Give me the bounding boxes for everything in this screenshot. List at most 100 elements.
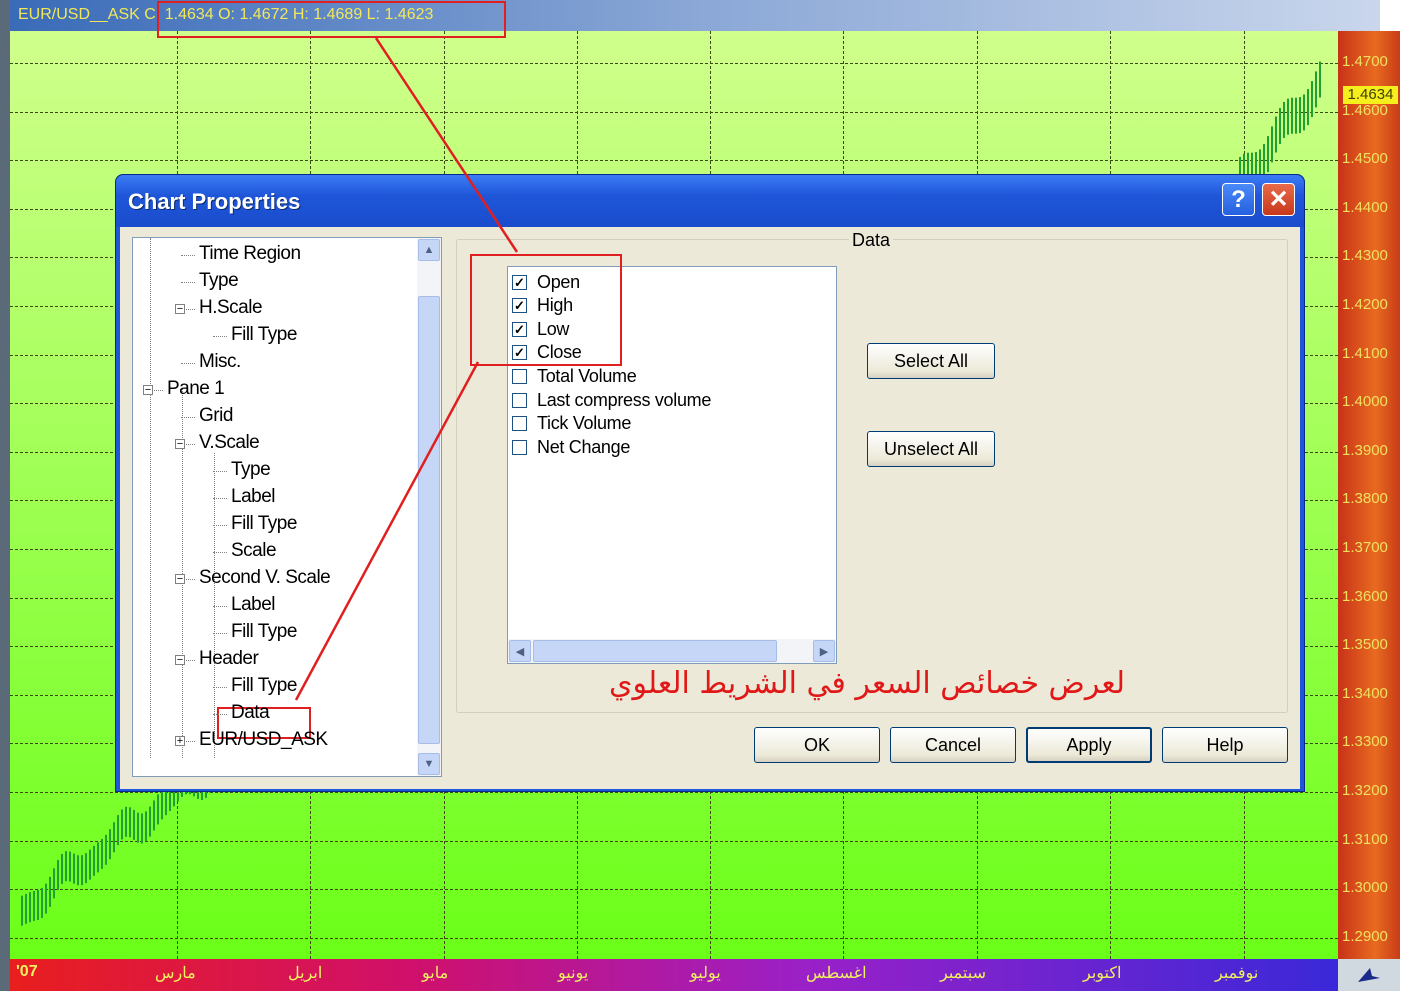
tree-item[interactable]: V.Scale xyxy=(199,432,260,454)
list-scroll-thumb[interactable] xyxy=(533,640,777,662)
last-price-marker: 1.4634 xyxy=(1343,86,1398,104)
price-tick-label: 1.4600 xyxy=(1342,101,1388,119)
tree-connector xyxy=(213,633,227,634)
tree-item[interactable]: Type xyxy=(199,270,239,292)
chart-corner-button[interactable] xyxy=(1338,959,1400,991)
month-label: اغسطس xyxy=(806,965,867,982)
price-tick-label: 1.3200 xyxy=(1342,782,1388,799)
tree-connector xyxy=(213,498,227,499)
collapse-icon[interactable]: − xyxy=(175,304,185,315)
unselect-all-button[interactable]: Unselect All xyxy=(867,431,995,467)
tree-scroll-thumb[interactable] xyxy=(418,296,440,744)
tree-connector xyxy=(150,238,151,758)
month-label: مارس xyxy=(155,965,196,982)
data-field-row[interactable]: Net Change xyxy=(512,436,630,458)
tree-item[interactable]: Second V. Scale xyxy=(199,567,331,589)
month-label: اكتوبر xyxy=(1083,965,1122,982)
data-field-row[interactable]: Total Volume xyxy=(512,365,637,387)
window-edge xyxy=(0,0,10,991)
checkbox-unchecked[interactable] xyxy=(512,368,527,384)
tree-connector xyxy=(181,255,195,256)
price-tick-label: 1.2900 xyxy=(1342,927,1388,945)
data-field-label: Total Volume xyxy=(537,365,637,386)
tree-connector xyxy=(213,687,227,688)
scroll-down-icon[interactable]: ▼ xyxy=(418,753,440,775)
price-axis[interactable]: 1.4700 1.4600 1.4500 1.4400 1.4300 1.4200 1.41… xyxy=(1338,31,1400,959)
tree-item[interactable]: Fill Type xyxy=(231,324,297,346)
price-tick-label: 1.3500 xyxy=(1342,636,1388,654)
tree-item[interactable]: Data xyxy=(231,702,270,724)
price-tick-label: 1.3100 xyxy=(1342,830,1388,848)
checkbox-unchecked[interactable] xyxy=(512,439,527,455)
tree-item[interactable]: Label xyxy=(231,486,276,508)
dialog-title: Chart Properties xyxy=(128,189,301,214)
data-field-label: Last compress volume xyxy=(537,389,712,410)
window-edge-right xyxy=(1400,0,1417,991)
checkbox-unchecked[interactable] xyxy=(512,416,527,432)
tree-connector xyxy=(213,525,227,526)
price-tick-label: 1.3900 xyxy=(1342,441,1388,459)
ok-button[interactable]: OK xyxy=(754,727,880,763)
price-tick-label: 1.4100 xyxy=(1342,344,1388,362)
close-icon[interactable]: ✕ xyxy=(1262,183,1295,216)
header-highlight-box xyxy=(157,1,506,38)
group-label: Data xyxy=(849,230,894,251)
year-label: '07 xyxy=(16,963,38,980)
price-tick-label: 1.3700 xyxy=(1342,539,1388,556)
price-tick-label: 1.3300 xyxy=(1342,733,1388,751)
collapse-icon[interactable]: − xyxy=(175,439,185,450)
price-tick-label: 1.4000 xyxy=(1342,393,1388,411)
select-all-button[interactable]: Select All xyxy=(867,343,995,379)
apply-button[interactable]: Apply xyxy=(1026,727,1152,763)
tree-connector xyxy=(213,714,227,715)
tree-connector xyxy=(181,363,195,364)
price-tick-label: 1.4500 xyxy=(1342,150,1388,168)
properties-tree[interactable]: ▲ ▼ Time Region Type H.Scale − Fill Type Misc… xyxy=(132,237,442,777)
tree-item[interactable]: Type xyxy=(231,459,271,481)
price-tick-label: 1.4400 xyxy=(1342,198,1388,216)
dialog-titlebar[interactable]: Chart Properties ? ✕ xyxy=(116,175,1304,227)
data-field-row[interactable]: Tick Volume xyxy=(512,413,631,435)
tree-item[interactable]: H.Scale xyxy=(199,297,263,319)
annotation-text: لعرض خصائص السعر في الشريط العلوي xyxy=(608,666,1125,701)
data-groupbox: Data ◀ ▶ ✓ Open ✓ High ✓ Low ✓ Close Total Volum… xyxy=(456,230,1288,713)
ohlc-highlight-box xyxy=(470,254,622,366)
tree-connector xyxy=(213,552,227,553)
collapse-icon[interactable]: − xyxy=(175,574,185,585)
scroll-left-icon[interactable]: ◀ xyxy=(509,640,531,662)
tree-item[interactable]: Header xyxy=(199,648,259,670)
tree-item[interactable]: Misc. xyxy=(199,351,241,373)
help-icon[interactable]: ? xyxy=(1222,183,1255,216)
tree-item[interactable]: EUR/USD_ASK xyxy=(199,729,328,751)
month-label: ابريل xyxy=(288,965,323,982)
tree-item[interactable]: Grid xyxy=(199,405,233,427)
price-tick-label: 1.3600 xyxy=(1342,587,1388,605)
scroll-up-icon[interactable]: ▲ xyxy=(418,239,440,261)
tree-scrollbar[interactable]: ▲ ▼ xyxy=(417,238,441,776)
help-button[interactable]: Help xyxy=(1162,727,1288,763)
chart-properties-dialog: Chart Properties ? ✕ ▲ ▼ Time Region Type… xyxy=(115,174,1305,792)
tree-item[interactable]: Pane 1 xyxy=(167,378,225,400)
tree-item[interactable]: Fill Type xyxy=(231,621,297,643)
month-label: نوفمبر xyxy=(1215,965,1259,982)
dialog-body: ▲ ▼ Time Region Type H.Scale − Fill Type Misc… xyxy=(120,227,1300,789)
collapse-icon[interactable]: − xyxy=(143,385,153,396)
checkbox-unchecked[interactable] xyxy=(512,392,527,408)
data-field-label: Net Change xyxy=(537,436,631,457)
expand-icon[interactable]: + xyxy=(175,736,185,747)
price-tick-label: 1.3000 xyxy=(1342,879,1388,897)
data-field-row[interactable]: Last compress volume xyxy=(512,389,711,411)
tree-item[interactable]: Label xyxy=(231,594,276,616)
tree-connector xyxy=(181,417,195,418)
scroll-right-icon[interactable]: ▶ xyxy=(813,640,835,662)
tree-item[interactable]: Fill Type xyxy=(231,675,297,697)
collapse-icon[interactable]: − xyxy=(175,655,185,666)
tree-item[interactable]: Scale xyxy=(231,540,277,562)
month-label: سبتمبر xyxy=(940,965,986,982)
cancel-button[interactable]: Cancel xyxy=(890,727,1016,763)
tree-item[interactable]: Fill Type xyxy=(231,513,297,535)
time-axis[interactable]: '07 مارس ابريل مايو يونيو يوليو اغسطس سبتمبر اك… xyxy=(10,959,1338,991)
data-field-label: Tick Volume xyxy=(537,413,632,434)
list-horizontal-scrollbar[interactable]: ◀ ▶ xyxy=(508,639,836,663)
tree-item[interactable]: Time Region xyxy=(199,243,301,265)
